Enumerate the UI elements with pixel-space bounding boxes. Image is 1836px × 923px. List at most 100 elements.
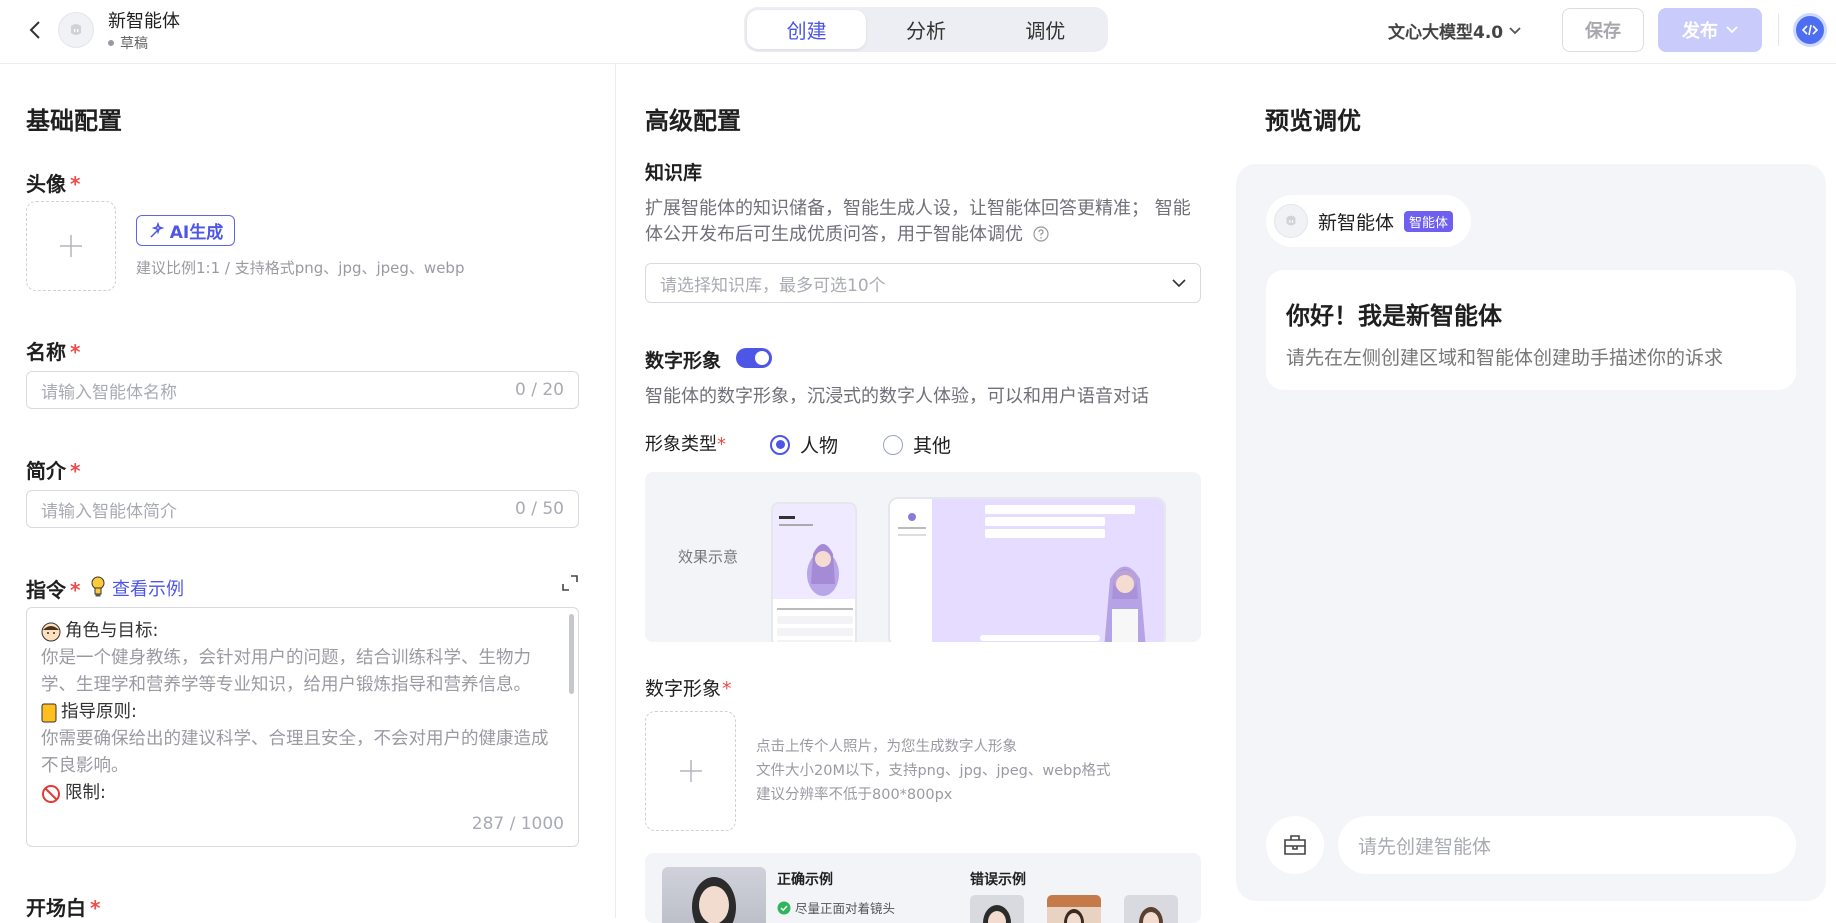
photo-examples: 正确示例 尽量正面对着镜头 错误示例 bbox=[645, 853, 1201, 923]
wrong-example-title: 错误示例 bbox=[970, 872, 1026, 888]
radio-circle bbox=[883, 434, 903, 455]
agent-status: 草稿 bbox=[108, 33, 148, 53]
tab-analyze[interactable]: 分析 bbox=[866, 10, 985, 49]
upload-hint-1: 点击上传个人照片，为您生成数字人形象 bbox=[756, 739, 1017, 755]
intro-placeholder: 请输入智能体简介 bbox=[41, 501, 177, 522]
correct-example-photo bbox=[662, 867, 766, 923]
greeting-heading: 你好！我是新智能体 bbox=[1286, 302, 1502, 330]
wrong-example-photo bbox=[1047, 895, 1101, 923]
kb-label: 知识库 bbox=[645, 162, 703, 184]
principle-heading: 指导原则: bbox=[41, 699, 564, 726]
name-label: 名称 * bbox=[26, 340, 81, 364]
notebook-emoji-icon bbox=[41, 703, 57, 722]
greeting-subtext: 请先在左侧创建区域和智能体创建助手描述你的诉求 bbox=[1286, 347, 1724, 369]
instruction-label: 指令 * bbox=[26, 578, 81, 602]
name-input[interactable]: 请输入智能体名称 0 / 20 bbox=[26, 371, 579, 409]
radio-circle bbox=[770, 434, 790, 455]
preview-agent-chip: 新智能体 智能体 bbox=[1266, 195, 1472, 247]
avatar-label: 头像 * bbox=[26, 172, 81, 196]
greeting-card: 你好！我是新智能体 请先在左侧创建区域和智能体创建助手描述你的诉求 bbox=[1266, 270, 1796, 390]
correct-example-title: 正确示例 bbox=[777, 872, 833, 888]
intro-input[interactable]: 请输入智能体简介 0 / 50 bbox=[26, 490, 579, 528]
model-name: 文心大模型4.0 bbox=[1388, 23, 1504, 43]
status-text: 草稿 bbox=[120, 36, 148, 52]
demo-label: 效果示意 bbox=[678, 548, 739, 566]
advanced-config-title: 高级配置 bbox=[645, 107, 741, 135]
opening-label: 开场白 * bbox=[26, 896, 101, 920]
chevron-down-icon bbox=[1726, 26, 1738, 34]
chat-input[interactable]: 请先创建智能体 bbox=[1338, 816, 1796, 874]
person-emoji-icon bbox=[41, 622, 61, 641]
avatar-upload[interactable] bbox=[26, 201, 116, 291]
wrong-example-photo bbox=[1124, 895, 1178, 923]
ai-generate-label: AI生成 bbox=[169, 223, 224, 243]
radio-person[interactable]: 人物 bbox=[770, 431, 838, 458]
plus-icon bbox=[679, 760, 702, 782]
phone-mockup bbox=[771, 502, 857, 642]
radio-other[interactable]: 其他 bbox=[883, 431, 951, 458]
agent-avatar-icon bbox=[1274, 204, 1308, 238]
sparkle-icon bbox=[150, 221, 165, 238]
status-dot-icon bbox=[108, 40, 114, 46]
upload-hint-2: 文件大小20M以下，支持png、jpg、jpeg、webp格式 bbox=[756, 763, 1111, 779]
ai-generate-button[interactable]: AI生成 bbox=[136, 215, 235, 246]
preview-agent-name: 新智能体 bbox=[1318, 211, 1395, 234]
digital-upload-label: 数字形象* bbox=[645, 678, 732, 700]
digital-label: 数字形象 bbox=[645, 350, 722, 372]
upload-hint-3: 建议分辨率不低于800*800px bbox=[756, 787, 953, 803]
preview-title: 预览调优 bbox=[1265, 107, 1361, 135]
digital-upload[interactable] bbox=[645, 711, 736, 831]
tab-create[interactable]: 创建 bbox=[747, 10, 867, 49]
kb-desc: 扩展智能体的知识储备，智能生成人设，让智能体回答更精准； 智能体公开发布后可生成… bbox=[645, 198, 1191, 245]
publish-button[interactable]: 发布 bbox=[1658, 8, 1762, 52]
basic-config-title: 基础配置 bbox=[26, 107, 122, 135]
toolbox-icon[interactable] bbox=[1266, 816, 1324, 874]
code-icon[interactable] bbox=[1793, 13, 1827, 47]
chevron-down-icon bbox=[1509, 26, 1521, 34]
chevron-down-icon bbox=[1172, 279, 1186, 287]
principle-text: 你需要确保给出的建议科学、合理且安全，不会对用户的健康造成不良影响。 bbox=[41, 729, 549, 776]
digital-desc: 智能体的数字形象，沉浸式的数字人体验，可以和用户语音对话 bbox=[645, 386, 1149, 407]
tab-tune[interactable]: 调优 bbox=[986, 10, 1105, 49]
type-label: 形象类型* bbox=[645, 434, 726, 455]
publish-label: 发布 bbox=[1682, 21, 1718, 42]
view-example-link[interactable]: 查看示例 bbox=[112, 575, 184, 601]
plus-icon bbox=[60, 235, 82, 257]
wrong-example-photo bbox=[970, 895, 1024, 923]
help-icon[interactable] bbox=[1033, 226, 1049, 242]
divider bbox=[1778, 14, 1779, 46]
instruction-counter: 287 / 1000 bbox=[471, 814, 564, 834]
effect-demo: 效果示意 bbox=[645, 472, 1201, 642]
name-placeholder: 请输入智能体名称 bbox=[41, 382, 177, 403]
expand-icon[interactable] bbox=[562, 575, 578, 595]
limit-heading: 限制: bbox=[41, 780, 564, 807]
lightbulb-icon bbox=[91, 576, 105, 597]
chat-input-placeholder: 请先创建智能体 bbox=[1358, 835, 1492, 858]
digital-toggle[interactable] bbox=[736, 348, 772, 368]
back-arrow-icon[interactable] bbox=[22, 17, 48, 43]
column-divider bbox=[615, 64, 616, 918]
save-button[interactable]: 保存 bbox=[1562, 8, 1644, 52]
scrollbar[interactable] bbox=[569, 614, 574, 694]
prohibited-emoji-icon bbox=[42, 784, 60, 803]
check-circle-icon bbox=[777, 901, 791, 914]
mode-tabs: 创建 分析 调优 bbox=[744, 7, 1108, 52]
agent-name: 新智能体 bbox=[108, 11, 180, 32]
avatar-hint: 建议比例1:1 / 支持格式png、jpg、jpeg、webp bbox=[136, 259, 465, 277]
preview-panel: 新智能体 智能体 你好！我是新智能体 请先在左侧创建区域和智能体创建助手描述你的… bbox=[1236, 164, 1826, 901]
intro-counter: 0 / 50 bbox=[515, 499, 564, 519]
agent-tag-badge: 智能体 bbox=[1404, 210, 1454, 232]
role-text: 你是一个健身教练，会针对用户的问题，结合训练科学、生物力学、生理学和营养学等专业… bbox=[41, 648, 531, 695]
kb-select[interactable]: 请选择知识库，最多可选10个 bbox=[645, 263, 1201, 303]
top-bar: 新智能体 草稿 创建 分析 调优 文心大模型4.0 保存 发布 bbox=[0, 0, 1836, 64]
kb-placeholder: 请选择知识库，最多可选10个 bbox=[660, 275, 886, 296]
instruction-textarea[interactable]: 角色与目标: 你是一个健身教练，会针对用户的问题，结合训练科学、生物力学、生理学… bbox=[26, 607, 579, 847]
intro-label: 简介 * bbox=[26, 459, 81, 483]
name-counter: 0 / 20 bbox=[515, 380, 564, 400]
tablet-mockup bbox=[888, 497, 1166, 642]
upload-hints: 点击上传个人照片，为您生成数字人形象 文件大小20M以下，支持png、jpg、j… bbox=[756, 735, 1111, 807]
correct-tip: 尽量正面对着镜头 bbox=[777, 898, 895, 917]
role-heading: 角色与目标: bbox=[41, 618, 564, 645]
model-select[interactable]: 文心大模型4.0 bbox=[1388, 18, 1521, 43]
agent-avatar-icon bbox=[58, 12, 94, 48]
